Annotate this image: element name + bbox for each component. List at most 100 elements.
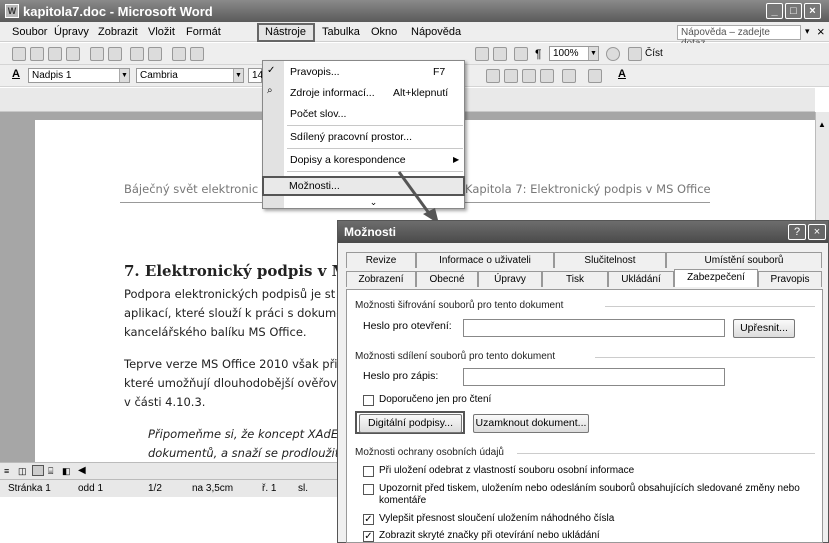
style-select[interactable]: Nadpis 1 ▼ — [28, 68, 130, 83]
digital-signatures-button[interactable]: Digitální podpisy... — [359, 414, 462, 433]
outline-view-icon[interactable]: ⌸ — [48, 466, 53, 477]
doc-quote-line: dokumentů, a snaží se prodloužit — [148, 446, 340, 460]
bullets-icon[interactable] — [504, 69, 518, 83]
help-dropdown-icon[interactable]: ▾ — [805, 26, 810, 37]
tab-view[interactable]: Zobrazení — [346, 271, 416, 287]
chevron-down-icon[interactable]: ▼ — [588, 47, 598, 60]
menu-tools[interactable]: Nástroje — [265, 26, 306, 38]
menu-item-research[interactable]: Zdroje informací... — [290, 87, 375, 99]
word-app-icon[interactable]: W — [5, 4, 19, 18]
tab-edit[interactable]: Úpravy — [478, 271, 542, 287]
title-bar: W kapitola7.doc - Microsoft Word _ □ × — [0, 0, 829, 22]
menu-table[interactable]: Tabulka — [322, 26, 360, 38]
open-icon[interactable] — [30, 47, 44, 61]
doc-line: aplikací, které slouží k práci s dokume — [124, 306, 344, 320]
font-select[interactable]: Cambria ▼ — [136, 68, 244, 83]
tab-compatibility[interactable]: Slučitelnost — [554, 252, 666, 268]
write-password-label: Heslo pro zápis: — [363, 370, 439, 382]
reading-view-icon[interactable]: ◧ — [62, 466, 71, 477]
columns-icon[interactable] — [475, 47, 489, 61]
menu-file[interactable]: Soubor — [12, 26, 47, 38]
tab-file-locations[interactable]: Umístění souborů — [666, 252, 822, 268]
menu-item-spelling-shortcut: F7 — [433, 66, 446, 78]
print-view-icon[interactable] — [32, 465, 44, 476]
font-color-icon[interactable]: A — [618, 68, 626, 80]
submenu-arrow-icon: ▶ — [453, 155, 460, 164]
read-icon[interactable] — [628, 47, 642, 61]
dialog-title-bar: Možnosti — [338, 221, 828, 243]
drawing-icon[interactable] — [493, 47, 507, 61]
protect-document-button[interactable]: Uzamknout dokument... — [473, 414, 589, 433]
doc-line: Teprve verze MS Office 2010 však při — [124, 357, 338, 371]
zoom-value: 100% — [553, 48, 579, 59]
close-icon[interactable]: × — [804, 3, 821, 19]
doc-map-icon[interactable] — [514, 47, 528, 61]
highlight-icon[interactable] — [588, 69, 602, 83]
menu-item-word-count[interactable]: Počet slov... — [290, 108, 346, 120]
doc-line: v části 4.10.3. — [124, 395, 206, 409]
tab-general[interactable]: Obecné — [416, 271, 478, 287]
scroll-up-icon[interactable]: ▲ — [818, 120, 826, 129]
dialog-close-icon[interactable]: × — [808, 224, 826, 240]
chevron-down-icon[interactable]: ▼ — [119, 69, 129, 82]
doc-line: Podpora elektronických podpisů je st — [124, 287, 336, 301]
cut-icon[interactable] — [172, 47, 186, 61]
readonly-checkbox[interactable] — [363, 395, 374, 406]
remove-personal-info-checkbox[interactable] — [363, 466, 374, 477]
numbering-icon[interactable] — [486, 69, 500, 83]
menu-edit[interactable]: Úpravy — [54, 26, 89, 38]
menu-help[interactable]: Nápověda — [411, 26, 461, 38]
copy-icon[interactable] — [190, 47, 204, 61]
doc-header-right: Kapitola 7: Elektronický podpis v MS Off… — [465, 182, 711, 196]
normal-view-icon[interactable]: ≡ — [4, 466, 9, 476]
scroll-left-icon[interactable]: ◀ — [78, 465, 86, 476]
spelling-icon[interactable] — [130, 47, 144, 61]
menu-view[interactable]: Zobrazit — [98, 26, 138, 38]
write-password-field[interactable] — [463, 368, 725, 386]
styles-pane-icon[interactable]: A — [12, 68, 20, 80]
permission-icon[interactable] — [66, 47, 80, 61]
web-view-icon[interactable]: ◫ — [18, 466, 27, 477]
status-pages: 1/2 — [148, 483, 162, 494]
minimize-icon[interactable]: _ — [766, 3, 783, 19]
help-icon[interactable]: ? — [788, 224, 806, 240]
help-search-input[interactable]: Nápověda – zadejte dotaz — [677, 25, 801, 49]
maximize-icon[interactable]: □ — [785, 3, 802, 19]
doc-close-icon[interactable]: × — [817, 24, 825, 39]
menu-window[interactable]: Okno — [371, 26, 397, 38]
border-icon[interactable] — [562, 69, 576, 83]
security-tab-panel: Možnosti šifrování souborů pro tento dok… — [346, 289, 823, 543]
save-icon[interactable] — [48, 47, 62, 61]
research-icon[interactable] — [148, 47, 162, 61]
tab-revisions[interactable]: Revize — [346, 252, 416, 268]
status-line: ř. 1 — [262, 483, 277, 494]
menu-format[interactable]: Formát — [186, 26, 221, 38]
tab-security[interactable]: Zabezpečení — [674, 269, 758, 287]
menu-item-mailings[interactable]: Dopisy a korespondence — [290, 154, 406, 166]
chevron-down-icon[interactable]: ▼ — [233, 69, 243, 82]
menu-item-spelling[interactable]: Pravopis... — [290, 66, 340, 78]
open-password-field[interactable] — [463, 319, 725, 337]
random-number-checkbox[interactable]: ✓ — [363, 514, 374, 525]
font-size-select[interactable]: 14 — [248, 68, 263, 83]
help-icon[interactable] — [606, 47, 620, 61]
print-preview-icon[interactable] — [108, 47, 122, 61]
show-hidden-markup-checkbox[interactable]: ✓ — [363, 531, 374, 542]
warn-tracked-changes-checkbox[interactable] — [363, 484, 374, 495]
print-icon[interactable] — [90, 47, 104, 61]
menu-insert[interactable]: Vložit — [148, 26, 175, 38]
show-hide-icon[interactable]: ¶ — [535, 47, 541, 61]
increase-indent-icon[interactable] — [540, 69, 554, 83]
decrease-indent-icon[interactable] — [522, 69, 536, 83]
tab-print[interactable]: Tisk — [542, 271, 608, 287]
random-number-label: Vylepšit přesnost sloučení uložením náho… — [379, 513, 615, 524]
advanced-button[interactable]: Upřesnit... — [733, 319, 795, 338]
tab-spelling[interactable]: Pravopis — [758, 271, 822, 287]
zoom-select[interactable]: 100% ▼ — [549, 46, 599, 61]
tab-save[interactable]: Ukládání — [608, 271, 674, 287]
menu-item-shared-workspace[interactable]: Sdílený pracovní prostor... — [290, 131, 412, 143]
open-password-label: Heslo pro otevření: — [363, 320, 452, 332]
read-label[interactable]: Číst — [645, 48, 663, 59]
new-icon[interactable] — [12, 47, 26, 61]
tab-user-info[interactable]: Informace o uživateli — [416, 252, 554, 268]
